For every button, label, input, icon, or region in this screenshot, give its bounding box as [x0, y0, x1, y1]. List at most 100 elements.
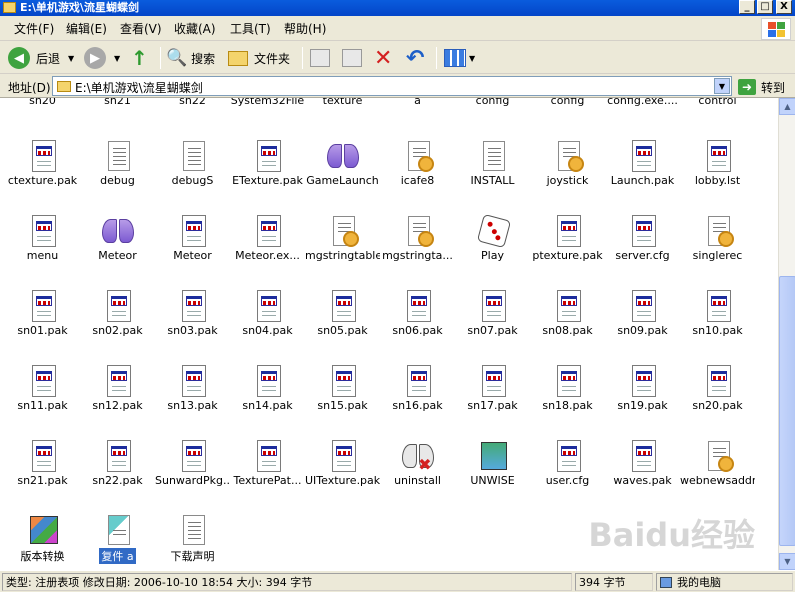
file-item[interactable]: sn05.pak [305, 290, 380, 337]
file-item[interactable]: control [680, 98, 755, 107]
file-item[interactable]: sn12.pak [80, 365, 155, 412]
file-item[interactable]: UNWISE [455, 440, 530, 487]
file-item[interactable]: sn14.pak [230, 365, 305, 412]
menu-help[interactable]: 帮助(H) [284, 21, 326, 37]
move-to-button[interactable] [310, 45, 330, 71]
address-dropdown-button[interactable]: ▼ [714, 78, 730, 94]
file-item[interactable]: sn22 [155, 98, 230, 107]
file-item[interactable]: sn20.pak [680, 365, 755, 412]
file-item[interactable]: sn04.pak [230, 290, 305, 337]
file-item[interactable]: mgstringta... [380, 215, 455, 262]
up-folder-button[interactable]: ↑ [131, 45, 148, 71]
file-item[interactable]: sn21 [80, 98, 155, 107]
views-button[interactable]: ▼ [444, 45, 475, 71]
file-item[interactable]: sn19.pak [605, 365, 680, 412]
file-item[interactable]: server.cfg [605, 215, 680, 262]
scroll-thumb[interactable] [779, 276, 795, 546]
file-item[interactable]: sn08.pak [530, 290, 605, 337]
delete-button[interactable]: ✕ [374, 45, 392, 71]
file-item[interactable]: sn15.pak [305, 365, 380, 412]
scroll-down-button[interactable]: ▼ [779, 553, 795, 570]
file-item[interactable]: a [380, 98, 455, 107]
file-item[interactable]: Launch.pak [605, 140, 680, 187]
file-item[interactable]: debugS [155, 140, 230, 187]
file-item[interactable]: config [530, 98, 605, 107]
scroll-up-button[interactable]: ▲ [779, 98, 795, 115]
file-document-icon [27, 140, 59, 174]
go-button[interactable]: ➜ 转到 [738, 77, 785, 97]
search-button[interactable]: 🔍 搜索 [166, 45, 215, 71]
file-item[interactable]: sn09.pak [605, 290, 680, 337]
file-item[interactable]: sn22.pak [80, 440, 155, 487]
file-item[interactable]: Meteor [155, 215, 230, 262]
file-item[interactable]: icafe8 [380, 140, 455, 187]
file-item[interactable]: TexturePat... [230, 440, 305, 487]
file-item[interactable]: ptexture.pak [530, 215, 605, 262]
file-item[interactable]: user.cfg [530, 440, 605, 487]
file-item[interactable]: singlerec [680, 215, 755, 262]
forward-button[interactable]: ▶ ▼ [84, 45, 120, 71]
file-item[interactable]: lobby.lst [680, 140, 755, 187]
file-item[interactable]: ✖ uninstall [380, 440, 455, 487]
file-item[interactable]: Meteor [80, 215, 155, 262]
file-item[interactable]: debug [80, 140, 155, 187]
file-name: sn11.pak [17, 399, 68, 412]
menu-file[interactable]: 文件(F) [14, 21, 54, 37]
folders-button[interactable]: 文件夹 [228, 45, 290, 71]
file-item[interactable]: sn11.pak [5, 365, 80, 412]
file-item[interactable]: sn16.pak [380, 365, 455, 412]
file-item[interactable]: SunwardPkg... [155, 440, 230, 487]
file-item[interactable]: 下载声明 [155, 514, 230, 564]
minimize-button[interactable]: _ [739, 0, 755, 14]
undo-button[interactable]: ↶ [406, 45, 424, 71]
maximize-button[interactable]: □ [757, 0, 773, 14]
file-item[interactable]: webnewsaddr [680, 440, 755, 487]
file-name: sn05.pak [317, 324, 368, 337]
file-item[interactable]: joystick [530, 140, 605, 187]
file-item[interactable]: sn02.pak [80, 290, 155, 337]
file-item[interactable]: GameLaunch [305, 140, 380, 187]
file-item[interactable]: sn03.pak [155, 290, 230, 337]
file-item[interactable]: sn07.pak [455, 290, 530, 337]
file-item[interactable]: waves.pak [605, 440, 680, 487]
file-item[interactable]: sn18.pak [530, 365, 605, 412]
status-location-label: 我的电脑 [677, 576, 721, 589]
file-item[interactable]: ETexture.pak [230, 140, 305, 187]
file-item[interactable]: UITexture.pak [305, 440, 380, 487]
menu-favorites[interactable]: 收藏(A) [174, 21, 216, 37]
file-item[interactable]: sn10.pak [680, 290, 755, 337]
file-item[interactable]: sn06.pak [380, 290, 455, 337]
file-item[interactable]: sn17.pak [455, 365, 530, 412]
file-item[interactable]: texture [305, 98, 380, 107]
file-name: sn21 [104, 98, 131, 107]
file-item[interactable]: ctexture.pak [5, 140, 80, 187]
address-input[interactable]: E:\单机游戏\流星蝴蝶剑 ▼ [52, 76, 732, 96]
file-item[interactable]: sn01.pak [5, 290, 80, 337]
config-gear-icon [702, 215, 734, 249]
toolbar: ◀ 后退 ▼ ▶ ▼ ↑ 🔍 搜索 文件夹 ✕ ↶ ▼ [0, 42, 795, 74]
file-list[interactable]: sn20 sn21 sn22 System32File texture a config co… [0, 98, 778, 570]
file-item[interactable]: INSTALL [455, 140, 530, 187]
vertical-scrollbar[interactable]: ▲ ▼ [778, 98, 795, 570]
close-button[interactable]: X [776, 0, 792, 14]
file-item[interactable]: sn13.pak [155, 365, 230, 412]
menu-view[interactable]: 查看(V) [120, 21, 162, 37]
file-item[interactable]: 复件 a [80, 514, 155, 567]
file-item[interactable]: config [455, 98, 530, 107]
file-item[interactable]: sn20 [5, 98, 80, 107]
file-item[interactable]: menu [5, 215, 80, 262]
file-item[interactable]: mgstringtable [305, 215, 380, 262]
file-item[interactable]: System32File [230, 98, 305, 107]
copy-to-button[interactable] [342, 45, 362, 71]
file-item[interactable]: 版本转换 [5, 514, 80, 564]
file-item[interactable]: Meteor.ex... [230, 215, 305, 262]
folder-icon [57, 81, 71, 92]
installer-icon [477, 440, 509, 474]
menu-tools[interactable]: 工具(T) [230, 21, 271, 37]
menu-edit[interactable]: 编辑(E) [66, 21, 107, 37]
file-item[interactable]: sn21.pak [5, 440, 80, 487]
back-button[interactable]: ◀ 后退 ▼ [8, 45, 74, 71]
title-bar[interactable]: E:\单机游戏\流星蝴蝶剑 _ □ X [0, 0, 795, 16]
file-item[interactable]: config.exe.... [605, 98, 680, 107]
file-item[interactable]: Play [455, 213, 530, 262]
